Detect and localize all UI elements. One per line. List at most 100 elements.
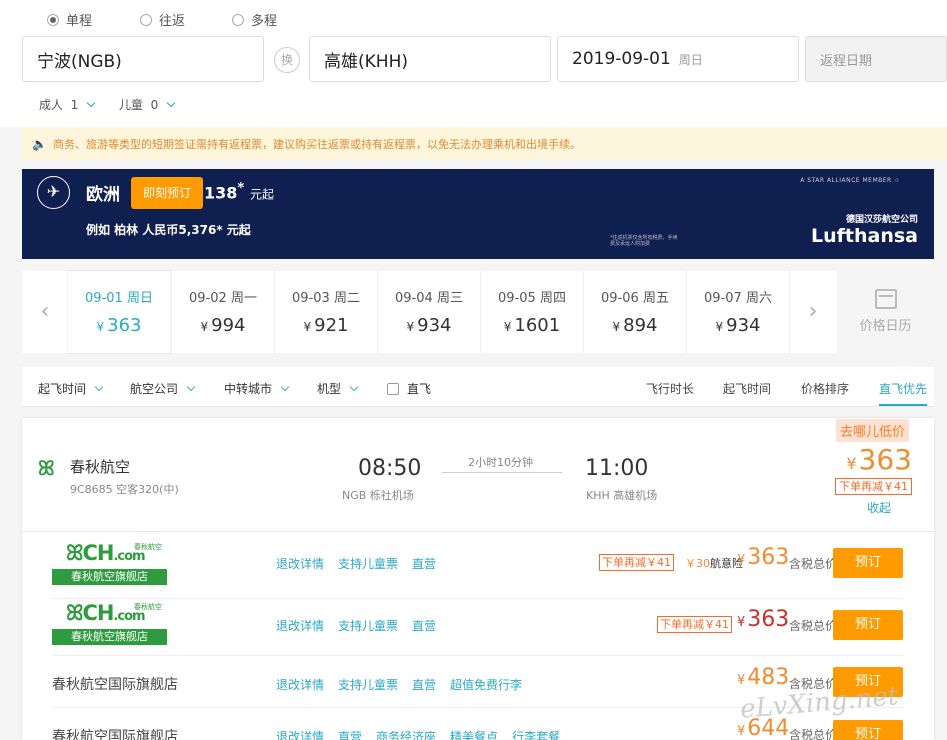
low-price-badge: 去哪儿低价 (836, 419, 910, 442)
speaker-icon: 🔈 (32, 136, 47, 151)
arrival-city-input[interactable]: 高雄(KHH) (309, 36, 551, 82)
price-calendar-button[interactable]: 价格日历 (837, 271, 934, 353)
filter-departure-time[interactable]: 起飞时间 (38, 380, 104, 397)
ch-shop-logo[interactable]: ꕤCH.com 春秋航空 春秋航空旗舰店 (52, 539, 167, 585)
tax-note: 含税总价 (789, 728, 838, 740)
chevron-left-icon: ‹ (40, 299, 50, 324)
return-date-input[interactable]: 返程日期 (805, 36, 947, 82)
business-economy-tag: 商务经济座 (376, 730, 437, 740)
offer-row: ꕤCH.com 春秋航空 春秋航空旗舰店 退改详情 支持儿童票 直营 下单再减￥41… (52, 539, 904, 599)
departure-city-input[interactable]: 宁波(NGB) (22, 36, 264, 82)
chevron-down-icon (87, 98, 96, 107)
one-way-radio[interactable]: 单程 (47, 10, 92, 29)
departure-time: 08:50 (358, 456, 422, 481)
discount-badge: 下单再减￥41 (599, 554, 674, 571)
shop-name: 春秋航空旗舰店 (52, 629, 167, 645)
ch-shop-logo[interactable]: ꕤCH.com 春秋航空 春秋航空旗舰店 (52, 599, 167, 645)
banner-example: 例如 柏林 人民币5,376* 元起 (86, 223, 251, 237)
book-button[interactable]: 预订 (833, 548, 903, 578)
chevron-right-icon: › (808, 299, 818, 324)
book-button[interactable]: 预订 (833, 610, 903, 640)
shop-name[interactable]: 春秋航空国际旗舰店 (52, 674, 178, 694)
offer-row: ꕤCH.com 春秋航空 春秋航空旗舰店 退改详情 支持儿童票 直营 下单再减￥41… (52, 599, 904, 656)
shop-name: 春秋航空旗舰店 (52, 569, 167, 585)
filter-transfer-city[interactable]: 中转城市 (224, 380, 290, 397)
offer-price: ¥363 (737, 607, 790, 632)
offer-links: 退改详情 直营 商务经济座 精美餐点 行李套餐 (276, 728, 574, 740)
child-ticket-tag: 支持儿童票 (338, 619, 399, 633)
date-option[interactable]: 09-03 周二 ¥921 (275, 271, 378, 353)
book-button[interactable]: 预订 (833, 720, 903, 740)
arrival-airport: KHH 高雄机场 (586, 489, 658, 502)
checkbox-icon (387, 382, 399, 395)
sort-departure-time[interactable]: 起飞时间 (723, 380, 771, 397)
discount-badge: 下单再减￥41 (835, 478, 912, 495)
filter-aircraft[interactable]: 机型 (317, 380, 359, 397)
collapse-link[interactable]: 收起 (867, 499, 891, 516)
banner-book-button[interactable]: 即刻预订 (131, 177, 203, 209)
direct-sale-tag: 直营 (412, 678, 437, 692)
offer-price: ¥363 (737, 545, 790, 570)
child-ticket-tag: 支持儿童票 (338, 678, 399, 692)
banner-price: 138* 元起 (204, 181, 274, 203)
sort-duration[interactable]: 飞行时长 (646, 380, 694, 397)
date-option[interactable]: 09-04 周三 ¥934 (378, 271, 481, 353)
spring-logo-icon: ꕤ (66, 601, 84, 625)
date-option[interactable]: 09-05 周四 ¥1601 (481, 271, 584, 353)
lowest-price: ¥363 (846, 443, 912, 476)
child-ticket-tag: 支持儿童票 (338, 557, 399, 571)
flight-duration: 2小时10分钟 (468, 456, 533, 469)
chevron-down-icon (167, 98, 176, 107)
date-option[interactable]: 09-02 周一 ¥994 (172, 271, 275, 353)
refund-details-link[interactable]: 退改详情 (276, 557, 324, 571)
tax-note: 含税总价 (789, 557, 838, 571)
chevron-down-icon (280, 382, 290, 391)
round-trip-radio[interactable]: 往返 (140, 10, 185, 29)
prev-dates-button[interactable]: ‹ (22, 271, 68, 353)
direct-sale-tag: 直营 (338, 730, 363, 740)
radio-icon (140, 13, 152, 26)
offer-links: 退改详情 支持儿童票 直营 (276, 555, 450, 572)
offer-links: 退改详情 支持儿童票 直营 (276, 617, 450, 634)
filter-airline[interactable]: 航空公司 (130, 380, 196, 397)
free-baggage-tag: 超值免费行李 (450, 678, 523, 692)
lufthansa-cn-name: 德国汉莎航空公司 (845, 215, 918, 225)
multi-city-radio[interactable]: 多程 (232, 10, 277, 29)
duration-line (442, 472, 562, 473)
chevron-down-icon (349, 382, 359, 391)
date-option[interactable]: 09-06 周五 ¥894 (584, 271, 687, 353)
refund-details-link[interactable]: 退改详情 (276, 678, 324, 692)
departure-date-input[interactable]: 2019-09-01 周日 (557, 36, 799, 82)
sort-direct-first[interactable]: 直飞优先 (879, 380, 928, 406)
date-option[interactable]: 09-01 周日 ¥363 (68, 271, 171, 353)
discount-badge: 下单再减￥41 (657, 616, 732, 633)
calendar-icon (874, 289, 897, 309)
direct-sale-tag: 直营 (412, 619, 437, 633)
search-panel: 单程 往返 多程 宁波(NGB) 换 高雄(KHH) 2019-09-01 周日 … (0, 0, 947, 127)
direct-only-checkbox[interactable]: 直飞 (387, 380, 431, 397)
date-price-strip: ‹ 09-01 周日 ¥363 09-02 周一 ¥994 09-03 周二 ¥921… (22, 271, 934, 353)
refund-details-link[interactable]: 退改详情 (276, 730, 324, 740)
child-selector[interactable]: 儿童 0 (119, 96, 176, 113)
swap-cities-button[interactable]: 换 (274, 47, 300, 73)
spring-airlines-logo-icon: ꕤ (38, 456, 55, 480)
chevron-down-icon (186, 382, 196, 391)
lufthansa-ad-banner[interactable]: ✈ 欧洲 即刻预订 138* 元起 例如 柏林 人民币5,376* 元起 *往返… (22, 169, 934, 259)
radio-checked-icon (47, 13, 59, 26)
chevron-down-icon (94, 382, 104, 391)
spring-logo-icon: ꕤ (66, 541, 84, 565)
flight-number: 9C8685 空客320(中) (70, 483, 179, 496)
baggage-package-tag: 行李套餐 (512, 730, 561, 740)
shop-name[interactable]: 春秋航空国际旗舰店 (52, 726, 178, 740)
banner-fine-print: *往返机票仅含所有税费，手续费及承运人附加费 (610, 235, 678, 247)
insurance-addon: ￥30航意险 (685, 557, 743, 570)
offer-links: 退改详情 支持儿童票 直营 超值免费行李 (276, 676, 536, 693)
date-option[interactable]: 09-07 周六 ¥934 (687, 271, 790, 353)
banner-region: 欧洲 (86, 185, 120, 205)
refund-details-link[interactable]: 退改详情 (276, 619, 324, 633)
departure-airport: NGB 栎社机场 (342, 489, 414, 502)
adult-selector[interactable]: 成人 1 (39, 96, 96, 113)
next-dates-button[interactable]: › (790, 271, 836, 353)
sort-price[interactable]: 价格排序 (801, 380, 849, 397)
divider (22, 531, 934, 532)
